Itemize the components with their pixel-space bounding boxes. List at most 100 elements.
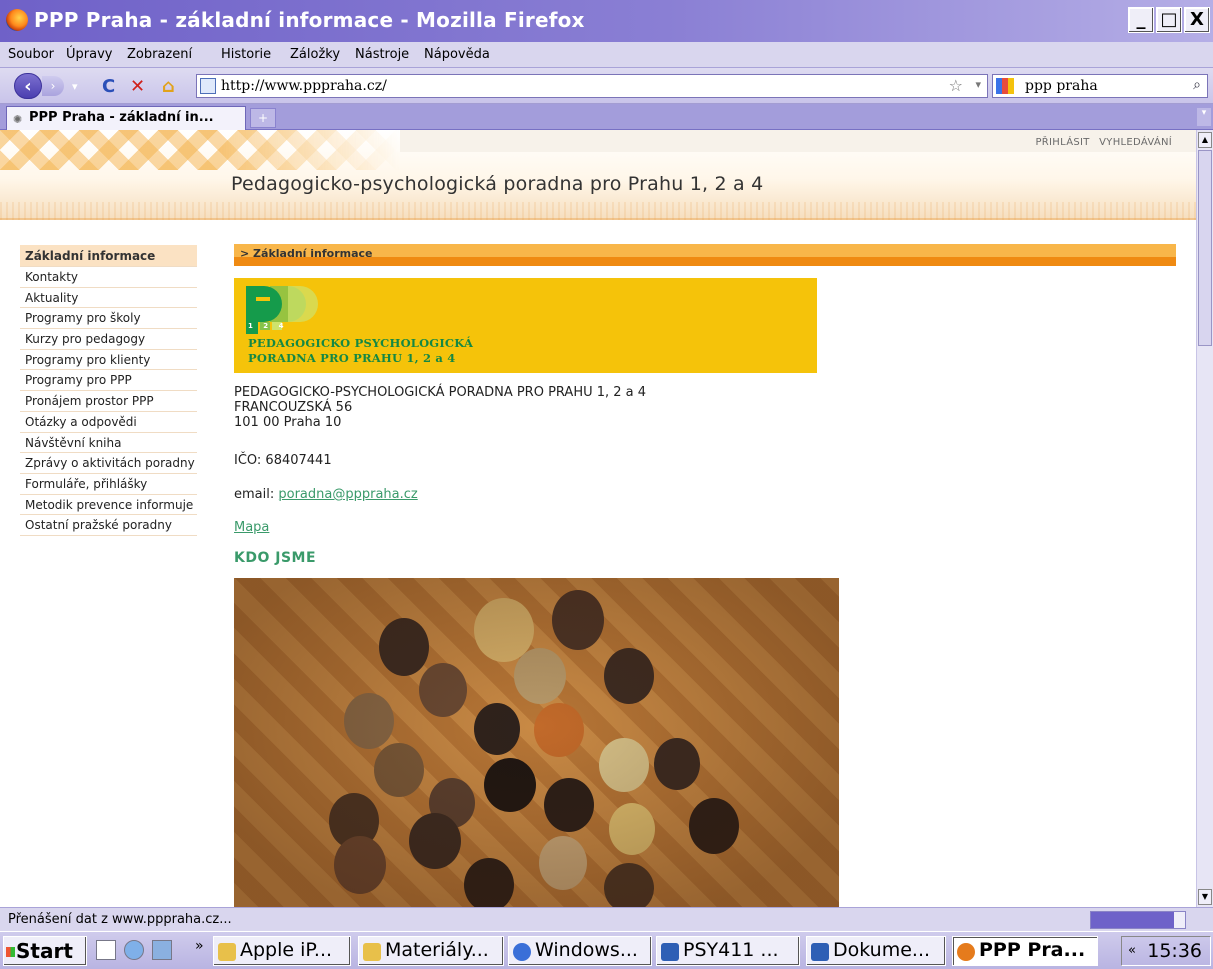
clock[interactable]: 15:36 — [1147, 940, 1202, 962]
sidebar-item-kurzy-pro-pedagogy[interactable]: Kurzy pro pedagogy — [20, 329, 197, 350]
taskbar-item-dokument[interactable]: Dokume... — [806, 936, 946, 966]
sidebar-item-programy-pro-klienty[interactable]: Programy pro klienty — [20, 350, 197, 371]
header-pattern — [0, 130, 400, 170]
breadcrumb: > Základní informace — [234, 244, 1176, 266]
site-favicon-icon — [200, 78, 216, 94]
tab-list-icon[interactable]: ▾ — [1197, 108, 1211, 126]
quicklaunch-more-icon[interactable]: » — [195, 938, 204, 954]
word-document-icon — [811, 943, 829, 961]
menu-upravy[interactable]: Úpravy — [66, 47, 112, 62]
menu-napoveda[interactable]: Nápověda — [424, 47, 490, 62]
scroll-thumb[interactable] — [1198, 150, 1212, 346]
email-link[interactable]: poradna@pppraha.cz — [278, 487, 417, 502]
tray-expand-icon[interactable]: « — [1128, 943, 1136, 958]
site-title: Pedagogicko-psychologická poradna pro Pr… — [231, 173, 764, 195]
taskbar-item-label: Dokume... — [833, 939, 931, 961]
reload-icon[interactable]: C — [102, 76, 115, 97]
taskbar-item-apple[interactable]: Apple iP... — [213, 936, 351, 966]
sidebar-item-zakladni-informace[interactable]: Základní informace — [20, 245, 197, 267]
search-input[interactable]: ppp praha — [1025, 78, 1098, 94]
minimize-button[interactable]: _ — [1128, 7, 1154, 33]
scroll-down-icon[interactable]: ▼ — [1198, 889, 1212, 905]
menu-bar: Soubor Úpravy Zobrazení Historie Záložky… — [0, 42, 1213, 68]
progress-fill — [1091, 912, 1174, 928]
windows-flag-icon — [6, 947, 15, 957]
sidebar-item-zpravy-o-aktivitach[interactable]: Zprávy o aktivitách poradny — [20, 453, 197, 474]
start-button[interactable]: Start — [3, 936, 87, 966]
menu-historie[interactable]: Historie — [221, 47, 271, 62]
menu-soubor[interactable]: Soubor — [8, 47, 54, 62]
tab-bar: ✺ PPP Praha - základní in... + ▾ — [0, 104, 1213, 130]
tab-ppp-praha[interactable]: ✺ PPP Praha - základní in... — [6, 106, 246, 130]
ico-number: IČO: 68407441 — [234, 453, 332, 468]
taskbar-item-label: Apple iP... — [240, 939, 333, 961]
header-links: PŘIHLÁSIT VYHLEDÁVÁNÍ — [1029, 137, 1172, 148]
back-arrow-icon[interactable]: ‹ — [14, 73, 42, 99]
url-text[interactable]: http://www.pppraha.cz/ — [221, 78, 387, 94]
quicklaunch-browser-icon[interactable] — [152, 940, 172, 960]
maximize-button[interactable]: □ — [1156, 7, 1182, 33]
search-engine-icon[interactable] — [996, 78, 1014, 94]
sidebar-item-programy-pro-skoly[interactable]: Programy pro školy — [20, 308, 197, 330]
bookmark-star-icon[interactable]: ☆ — [949, 76, 963, 95]
scroll-up-icon[interactable]: ▲ — [1198, 132, 1212, 148]
login-link[interactable]: PŘIHLÁSIT — [1035, 137, 1089, 148]
sidebar-item-ostatni-poradny[interactable]: Ostatní pražské poradny — [20, 515, 197, 536]
sidebar-item-pronajem-prostor[interactable]: Pronájem prostor PPP — [20, 391, 197, 412]
firefox-logo-icon — [6, 9, 28, 31]
folder-icon — [218, 943, 236, 961]
taskbar-item-ppp-praha[interactable]: PPP Pra... — [952, 936, 1098, 966]
taskbar-item-windows[interactable]: Windows... — [508, 936, 652, 966]
taskbar-item-label: PSY411 ... — [683, 939, 779, 961]
quicklaunch-app-icon[interactable] — [124, 940, 144, 960]
menu-zobrazeni[interactable]: Zobrazení — [127, 47, 192, 62]
sidebar-item-aktuality[interactable]: Aktuality — [20, 288, 197, 309]
loading-spinner-icon: ✺ — [13, 113, 23, 126]
window-titlebar[interactable]: PPP Praha - základní informace - Mozilla… — [0, 0, 1213, 42]
sidebar-item-metodik-prevence[interactable]: Metodik prevence informuje — [20, 495, 197, 516]
email-label: email: — [234, 487, 275, 502]
stop-icon[interactable]: ✕ — [130, 76, 145, 97]
search-bar[interactable]: ppp praha ⌕ — [992, 74, 1208, 98]
logo-shape — [288, 286, 318, 322]
url-dropdown-icon[interactable]: ▾ — [975, 78, 981, 91]
address-line2: FRANCOUZSKÁ 56 — [234, 400, 353, 415]
sidebar-item-navstevni-kniha[interactable]: Návštěvní kniha — [20, 433, 197, 454]
menu-zalozky[interactable]: Záložky — [290, 47, 340, 62]
new-tab-button[interactable]: + — [250, 108, 276, 128]
media-player-icon — [513, 943, 531, 961]
forward-arrow-icon[interactable]: › — [42, 76, 64, 96]
taskbar-item-label: Materiály... — [385, 939, 489, 961]
search-link[interactable]: VYHLEDÁVÁNÍ — [1099, 137, 1172, 148]
section-heading: KDO JSME — [234, 550, 317, 566]
logo-text-line1: PEDAGOGICKO PSYCHOLOGICKÁ — [248, 336, 474, 350]
header-texture — [0, 202, 1196, 220]
show-desktop-icon[interactable] — [96, 940, 116, 960]
sidebar-nav: Základní informace Kontakty Aktuality Pr… — [20, 245, 197, 536]
address-line1: PEDAGOGICKO-PSYCHOLOGICKÁ PORADNA PRO PR… — [234, 385, 647, 400]
sidebar-item-programy-pro-ppp[interactable]: Programy pro PPP — [20, 370, 197, 392]
address-block: PEDAGOGICKO-PSYCHOLOGICKÁ PORADNA PRO PR… — [234, 385, 646, 430]
menu-nastroje[interactable]: Nástroje — [355, 47, 409, 62]
url-bar[interactable]: http://www.pppraha.cz/ ☆ ▾ — [196, 74, 988, 98]
close-button[interactable]: X — [1184, 7, 1210, 33]
site-header: PŘIHLÁSIT VYHLEDÁVÁNÍ Pedagogicko-psycho… — [0, 130, 1196, 220]
status-bar: Přenášení dat z www.pppraha.cz... — [0, 907, 1213, 931]
sidebar-item-otazky-a-odpovedi[interactable]: Otázky a odpovědi — [20, 412, 197, 433]
search-icon[interactable]: ⌕ — [1193, 77, 1201, 93]
address-line3: 101 00 Praha 10 — [234, 415, 342, 430]
taskbar-item-materialy[interactable]: Materiály... — [358, 936, 504, 966]
history-dropdown-icon[interactable]: ▾ — [72, 80, 78, 93]
tab-label: PPP Praha - základní in... — [29, 110, 214, 125]
home-icon[interactable]: ⌂ — [162, 76, 175, 97]
ppp-logo-banner: 1 2 4 PEDAGOGICKO PSYCHOLOGICKÁ PORADNA … — [234, 278, 817, 373]
sidebar-item-formulare[interactable]: Formuláře, přihlášky — [20, 474, 197, 495]
sidebar-item-kontakty[interactable]: Kontakty — [20, 267, 197, 288]
vertical-scrollbar[interactable]: ▲ ▼ — [1196, 130, 1213, 907]
logo-text: PEDAGOGICKO PSYCHOLOGICKÁ PORADNA PRO PR… — [248, 336, 473, 366]
page-viewport: PŘIHLÁSIT VYHLEDÁVÁNÍ Pedagogicko-psycho… — [0, 130, 1196, 907]
status-message: Přenášení dat z www.pppraha.cz... — [8, 912, 232, 927]
map-link[interactable]: Mapa — [234, 520, 269, 535]
taskbar-item-psy411[interactable]: PSY411 ... — [656, 936, 800, 966]
windows-taskbar: Start » Apple iP... Materiály... Windows… — [0, 931, 1213, 969]
